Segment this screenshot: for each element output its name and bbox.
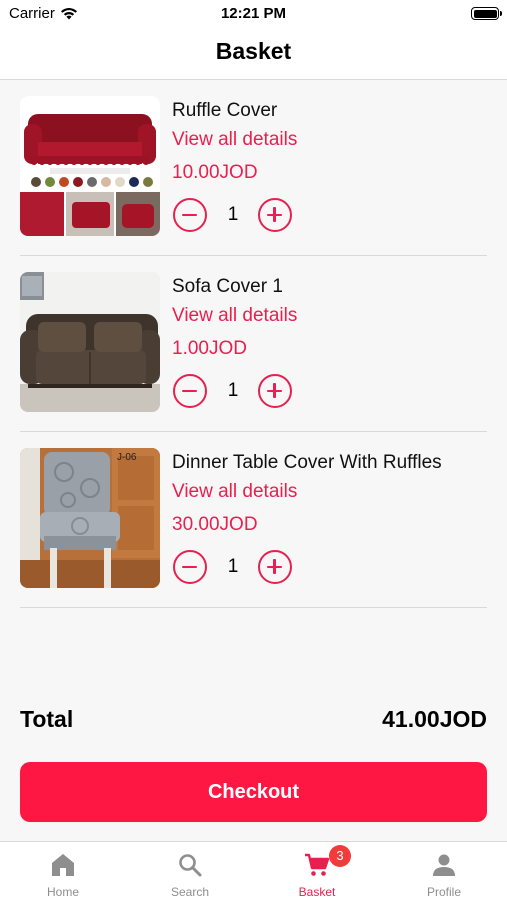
- view-details-link[interactable]: View all details: [172, 481, 297, 503]
- quantity-value: 1: [227, 556, 239, 577]
- product-name: Dinner Table Cover With Ruffles: [172, 452, 442, 473]
- decrease-quantity-button[interactable]: [173, 198, 207, 232]
- total-row: Total 41.00JOD: [20, 704, 487, 736]
- total-label: Total: [20, 706, 74, 732]
- person-icon: [433, 854, 455, 876]
- product-name: Ruffle Cover: [172, 100, 278, 121]
- product-name: Sofa Cover 1: [172, 276, 283, 297]
- cart-count-badge: 3: [329, 845, 351, 867]
- increase-quantity-button[interactable]: [258, 374, 292, 408]
- quantity-value: 1: [227, 204, 239, 225]
- increase-quantity-button[interactable]: [258, 550, 292, 584]
- nav-header: Basket: [0, 30, 507, 80]
- product-thumbnail[interactable]: [20, 272, 160, 412]
- home-icon: [52, 854, 74, 876]
- tab-basket[interactable]: 3 Basket: [254, 842, 380, 900]
- tab-search[interactable]: Search: [127, 842, 253, 900]
- cart-item: J-06 Dinner Table Cover With Ruffles Vie…: [20, 432, 487, 608]
- page-title: Basket: [215, 38, 292, 64]
- tab-label: Basket: [298, 885, 336, 899]
- product-thumbnail[interactable]: [20, 96, 160, 236]
- decrease-quantity-button[interactable]: [173, 550, 207, 584]
- tab-label: Profile: [426, 885, 461, 899]
- tab-label: Home: [46, 885, 79, 899]
- minus-icon: [182, 565, 197, 568]
- product-price: 1.00JOD: [172, 338, 247, 359]
- cart-item: Sofa Cover 1 View all details 1.00JOD 1: [20, 256, 487, 432]
- product-price: 30.00JOD: [172, 514, 258, 535]
- total-value: 41.00JOD: [382, 706, 487, 732]
- search-icon: [179, 854, 202, 877]
- status-bar: Carrier 12:21 PM: [0, 0, 507, 30]
- view-details-link[interactable]: View all details: [172, 305, 297, 327]
- minus-icon: [182, 389, 197, 392]
- view-details-link[interactable]: View all details: [172, 129, 297, 151]
- tab-label: Search: [170, 885, 210, 899]
- battery-icon: [471, 7, 502, 20]
- cart-list: Ruffle Cover View all details 10.00JOD 1: [20, 80, 487, 608]
- cart-item: Ruffle Cover View all details 10.00JOD 1: [20, 80, 487, 256]
- thumbnail-code-label: J-06: [117, 452, 137, 463]
- checkout-button[interactable]: Checkout: [20, 762, 487, 822]
- tab-home[interactable]: Home: [0, 842, 126, 900]
- cart-icon: [305, 853, 330, 876]
- quantity-value: 1: [227, 380, 239, 401]
- increase-quantity-button[interactable]: [258, 198, 292, 232]
- tab-bar: Home Search 3 Basket Profile: [0, 841, 507, 900]
- minus-icon: [182, 213, 197, 216]
- decrease-quantity-button[interactable]: [173, 374, 207, 408]
- product-price: 10.00JOD: [172, 162, 258, 183]
- product-thumbnail[interactable]: J-06: [20, 448, 160, 588]
- status-time: 12:21 PM: [220, 5, 287, 22]
- tab-profile[interactable]: Profile: [381, 842, 507, 900]
